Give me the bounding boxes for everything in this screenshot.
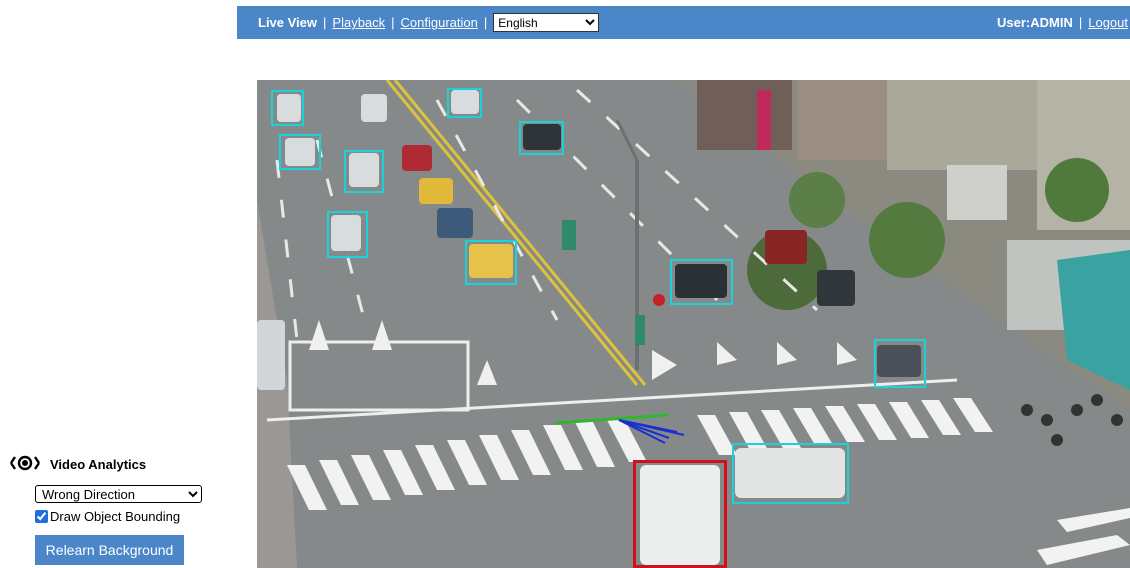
tracked-object-box — [465, 240, 517, 285]
nav-separator: | — [391, 15, 395, 30]
analytics-mode-select[interactable]: Wrong Direction — [35, 485, 202, 503]
tracked-object-box — [519, 121, 564, 155]
user-area: User:ADMIN | Logout — [997, 6, 1128, 39]
video-analytics-title: Video Analytics — [50, 457, 147, 472]
nav-separator: | — [1078, 15, 1083, 30]
tracked-object-box — [732, 443, 849, 504]
tracked-object-box — [447, 88, 482, 118]
language-select[interactable]: English — [493, 13, 600, 32]
nav-separator: | — [483, 15, 488, 30]
nav-configuration-link[interactable]: Configuration — [401, 15, 478, 30]
nav-links: Live View | Playback | Configuration | E… — [258, 6, 600, 39]
tracked-object-box — [271, 90, 304, 126]
draw-bounding-label: Draw Object Bounding — [50, 509, 181, 524]
video-analytics-header: Video Analytics — [8, 455, 146, 474]
relearn-background-button[interactable]: Relearn Background — [35, 535, 184, 565]
tracked-object-box — [670, 259, 733, 305]
tracked-object-box — [344, 150, 384, 193]
user-label: User:ADMIN — [997, 15, 1073, 30]
tracked-object-box — [327, 211, 368, 258]
draw-bounding-toggle[interactable]: Draw Object Bounding — [35, 509, 180, 524]
top-nav-bar: Live View | Playback | Configuration | E… — [237, 6, 1130, 39]
alert-object-box — [633, 460, 727, 568]
draw-bounding-checkbox[interactable] — [35, 510, 48, 523]
logout-link[interactable]: Logout — [1088, 15, 1128, 30]
live-video-view[interactable] — [257, 80, 1130, 568]
nav-separator: | — [323, 15, 327, 30]
tracked-object-box — [279, 134, 321, 170]
tracked-object-box — [874, 339, 926, 388]
eye-icon — [8, 455, 42, 474]
nav-playback-link[interactable]: Playback — [332, 15, 385, 30]
nav-live-view[interactable]: Live View — [258, 15, 317, 30]
